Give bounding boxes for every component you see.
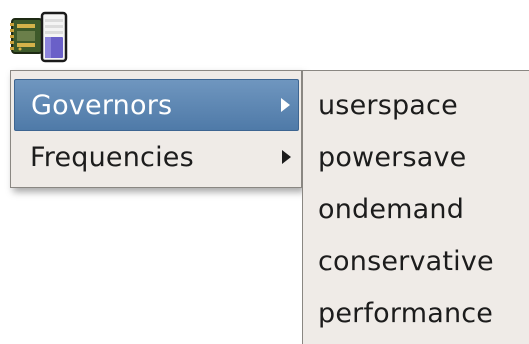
submenu-item-label: performance <box>318 297 494 329</box>
submenu-item-conservative[interactable]: conservative <box>303 235 529 287</box>
submenu-item-performance[interactable]: performance <box>303 287 529 339</box>
submenu-item-label: ondemand <box>318 193 465 225</box>
submenu-item-label: conservative <box>318 245 494 277</box>
governors-submenu: userspace powersave ondemand conservativ… <box>302 70 529 344</box>
submenu-item-label: userspace <box>318 89 458 121</box>
screen: Governors Frequencies userspace powersav… <box>0 0 529 344</box>
submenu-item-powersave[interactable]: powersave <box>303 131 529 183</box>
submenu-arrow-icon <box>282 150 291 164</box>
submenu-arrow-icon <box>281 98 290 112</box>
context-menu: Governors Frequencies <box>10 70 302 188</box>
submenu-item-ondemand[interactable]: ondemand <box>303 183 529 235</box>
menu-item-frequencies[interactable]: Frequencies <box>14 131 299 183</box>
menu-item-label: Frequencies <box>30 141 194 173</box>
menu-item-label: Governors <box>31 89 173 121</box>
submenu-item-label: powersave <box>318 141 467 173</box>
cpu-frequency-icon[interactable] <box>10 7 72 65</box>
submenu-item-userspace[interactable]: userspace <box>303 79 529 131</box>
menu-item-governors[interactable]: Governors <box>14 79 299 131</box>
